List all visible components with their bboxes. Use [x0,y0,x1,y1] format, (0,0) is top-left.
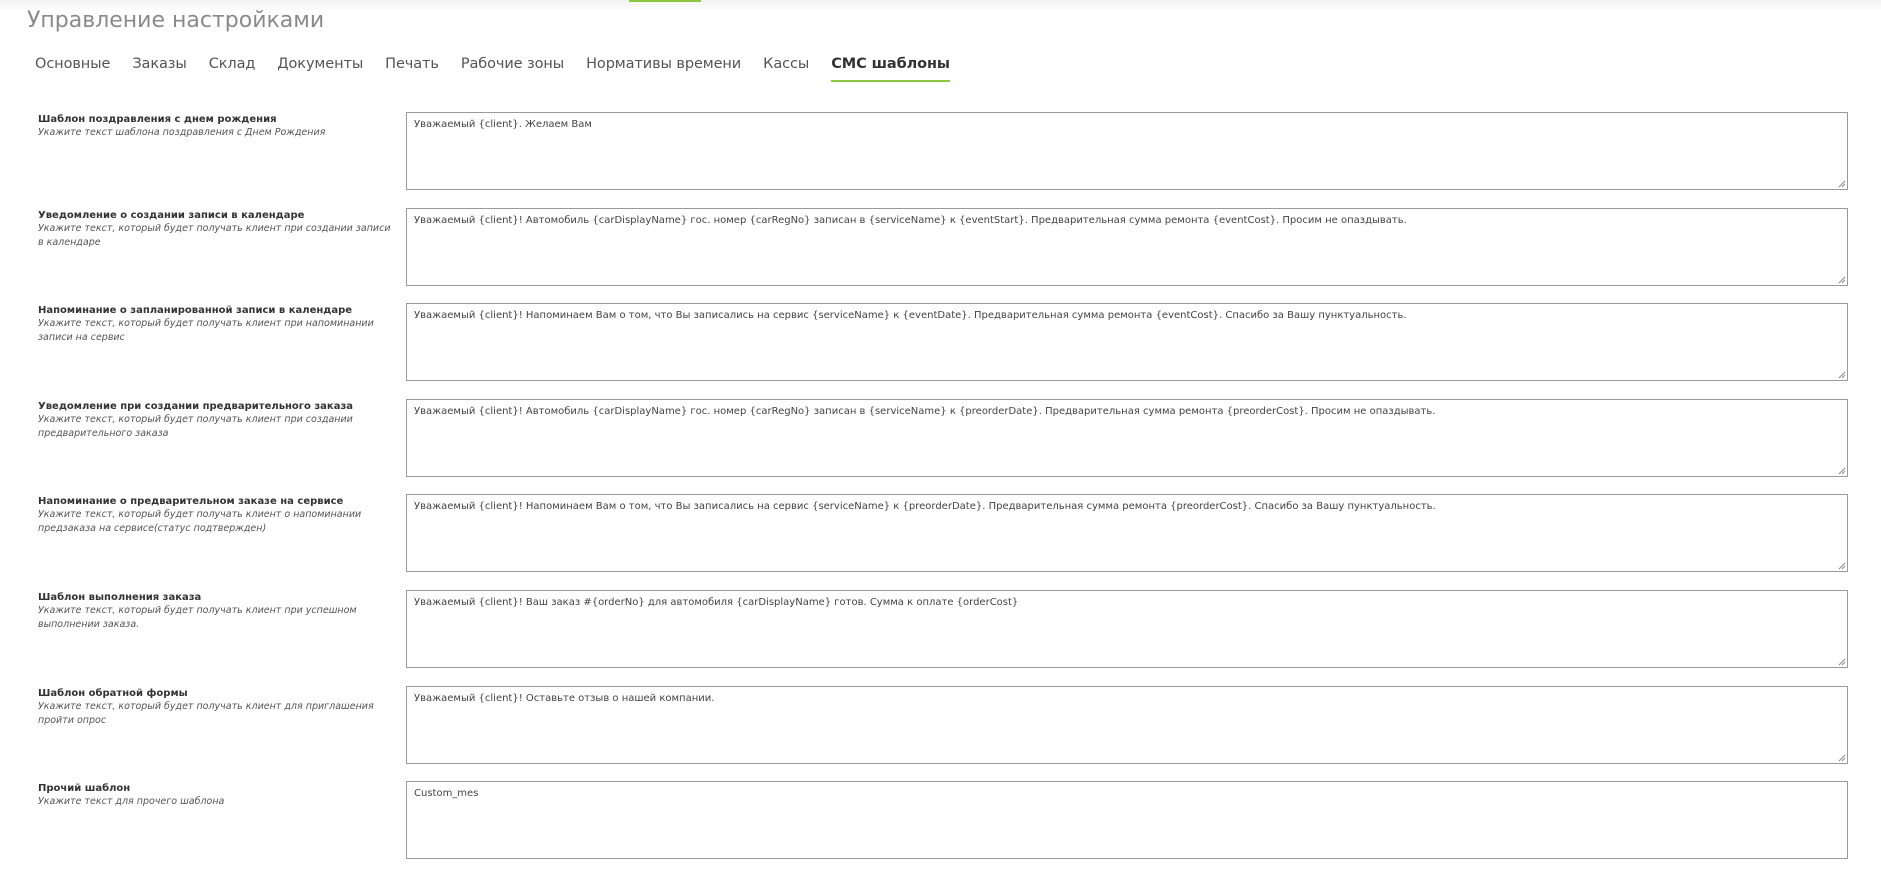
sms-templates-form: Шаблон поздравления с днем рождения Укаж… [0,110,1881,875]
settings-tabs: Основные Заказы Склад Документы Печать Р… [24,56,961,86]
resize-grip-icon[interactable] [1838,180,1846,188]
template-row-calendar-reminder: Напоминание о запланированной записи в к… [0,301,1881,397]
textarea-value: Уважаемый {client}! Напоминаем Вам о том… [414,501,1436,513]
tab-orders[interactable]: Заказы [132,56,186,82]
calendar-created-template-textarea[interactable]: Уважаемый {client}! Автомобиль {carDispl… [406,207,1848,286]
tab-documents[interactable]: Документы [277,56,363,82]
template-title: Шаблон выполнения заказа [38,591,202,603]
template-label: Уведомление о создании записи в календар… [38,209,398,250]
tab-warehouse[interactable]: Склад [209,56,256,82]
template-title: Шаблон поздравления с днем рождения [38,114,277,125]
template-title: Уведомление при создании предварительног… [38,400,354,412]
template-label: Шаблон выполнения заказа Укажите текст, … [38,591,398,632]
template-label: Шаблон обратной формы Укажите текст, кот… [38,687,398,728]
template-title: Напоминание о запланированной записи в к… [38,305,353,317]
tab-general[interactable]: Основные [35,56,110,82]
template-title: Напоминание о предварительном заказе на … [38,496,344,508]
tab-sms-templates[interactable]: СМС шаблоны [831,56,950,82]
textarea-value: Уважаемый {client}. Желаем Вам [414,119,592,130]
resize-grip-icon[interactable] [1838,276,1846,284]
textarea-value: Уважаемый {client}! Ваш заказ #{orderNo}… [414,596,1019,608]
textarea-value: Уважаемый {client}! Напоминаем Вам о том… [414,310,1407,322]
template-row-feedback-form: Шаблон обратной формы Укажите текст, кот… [0,684,1881,780]
template-label: Шаблон поздравления с днем рождения Укаж… [38,113,398,140]
tab-cash-registers[interactable]: Кассы [763,56,809,82]
resize-grip-icon[interactable] [1838,562,1846,570]
template-row-order-completed: Шаблон выполнения заказа Укажите текст, … [0,588,1881,684]
template-hint: Укажите текст, который будет получать кл… [38,318,374,344]
template-hint: Укажите текст, который будет получать кл… [38,222,391,248]
template-hint: Укажите текст, который будет получать кл… [38,604,357,630]
template-row-preorder-created: Уведомление при создании предварительног… [0,397,1881,493]
template-row-other: Прочий шаблон Укажите текст для прочего … [0,779,1881,875]
order-completed-template-textarea[interactable]: Уважаемый {client}! Ваш заказ #{orderNo}… [406,589,1848,668]
template-hint: Укажите текст шаблона поздравления с Дне… [38,127,326,138]
page-title: Управление настройками [27,8,325,33]
resize-grip-icon[interactable] [1838,658,1846,666]
textarea-value: Уважаемый {client}! Автомобиль {carDispl… [414,214,1407,226]
template-row-calendar-created: Уведомление о создании записи в календар… [0,206,1881,302]
tab-print[interactable]: Печать [385,56,439,82]
calendar-reminder-template-textarea[interactable]: Уважаемый {client}! Напоминаем Вам о том… [406,303,1848,382]
tab-time-norms[interactable]: Нормативы времени [586,56,741,82]
resize-grip-icon[interactable] [1838,467,1846,475]
template-title: Уведомление о создании записи в календар… [38,209,305,221]
template-label: Напоминание о запланированной записи в к… [38,304,398,345]
template-hint: Укажите текст, который будет получать кл… [38,509,362,535]
resize-grip-icon[interactable] [1838,754,1846,762]
preorder-reminder-template-textarea[interactable]: Уважаемый {client}! Напоминаем Вам о том… [406,494,1848,573]
textarea-value: Уважаемый {client}! Автомобиль {carDispl… [414,405,1436,417]
birthday-template-textarea[interactable]: Уважаемый {client}. Желаем Вам [406,112,1848,190]
template-label: Уведомление при создании предварительног… [38,400,398,441]
textarea-value: Custom_mes [414,788,479,800]
feedback-form-template-textarea[interactable]: Уважаемый {client}! Оставьте отзыв о наш… [406,685,1848,764]
tab-work-zones[interactable]: Рабочие зоны [461,56,564,82]
resize-grip-icon[interactable] [1838,371,1846,379]
template-hint: Укажите текст, который будет получать кл… [38,413,353,439]
template-hint: Укажите текст, который будет получать кл… [38,700,374,726]
template-title: Шаблон обратной формы [38,687,188,699]
template-title: Прочий шаблон [38,783,131,795]
template-hint: Укажите текст для прочего шаблона [38,796,225,808]
template-label: Прочий шаблон Укажите текст для прочего … [38,782,398,809]
template-label: Напоминание о предварительном заказе на … [38,495,398,536]
other-template-textarea[interactable]: Custom_mes [406,781,1848,860]
template-row-preorder-reminder: Напоминание о предварительном заказе на … [0,492,1881,588]
textarea-value: Уважаемый {client}! Оставьте отзыв о наш… [414,692,715,704]
header-accent-bar [629,0,701,2]
preorder-created-template-textarea[interactable]: Уважаемый {client}! Автомобиль {carDispl… [406,398,1848,477]
template-row-birthday: Шаблон поздравления с днем рождения Укаж… [0,110,1881,206]
